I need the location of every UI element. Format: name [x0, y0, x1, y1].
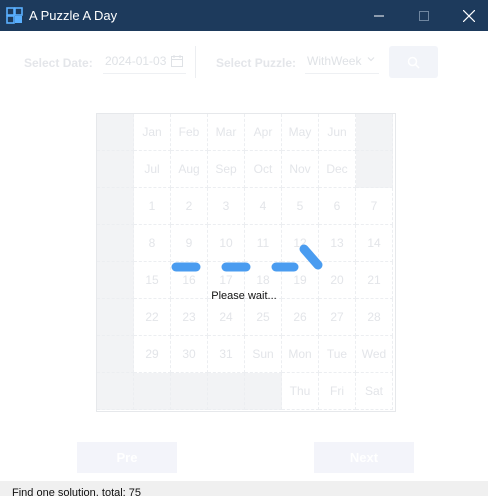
maximize-icon — [419, 10, 429, 21]
title-bar: A Puzzle A Day — [0, 0, 488, 31]
please-wait-text: Please wait... — [211, 290, 277, 302]
loading-spinner-icon — [171, 244, 323, 272]
next-button[interactable]: Next — [314, 442, 414, 473]
close-button[interactable] — [446, 0, 488, 31]
minimize-button[interactable] — [356, 0, 402, 31]
pre-button[interactable]: Pre — [77, 442, 177, 473]
maximize-button[interactable] — [401, 0, 447, 31]
loading-overlay — [0, 31, 488, 481]
window-title: A Puzzle A Day — [29, 8, 118, 23]
close-icon — [463, 9, 475, 22]
app-puzzle-icon — [6, 7, 23, 24]
minimize-icon — [374, 15, 384, 16]
status-text: Find one solution, total: 75 — [12, 487, 142, 496]
status-bar: Find one solution, total: 75 — [0, 481, 488, 496]
